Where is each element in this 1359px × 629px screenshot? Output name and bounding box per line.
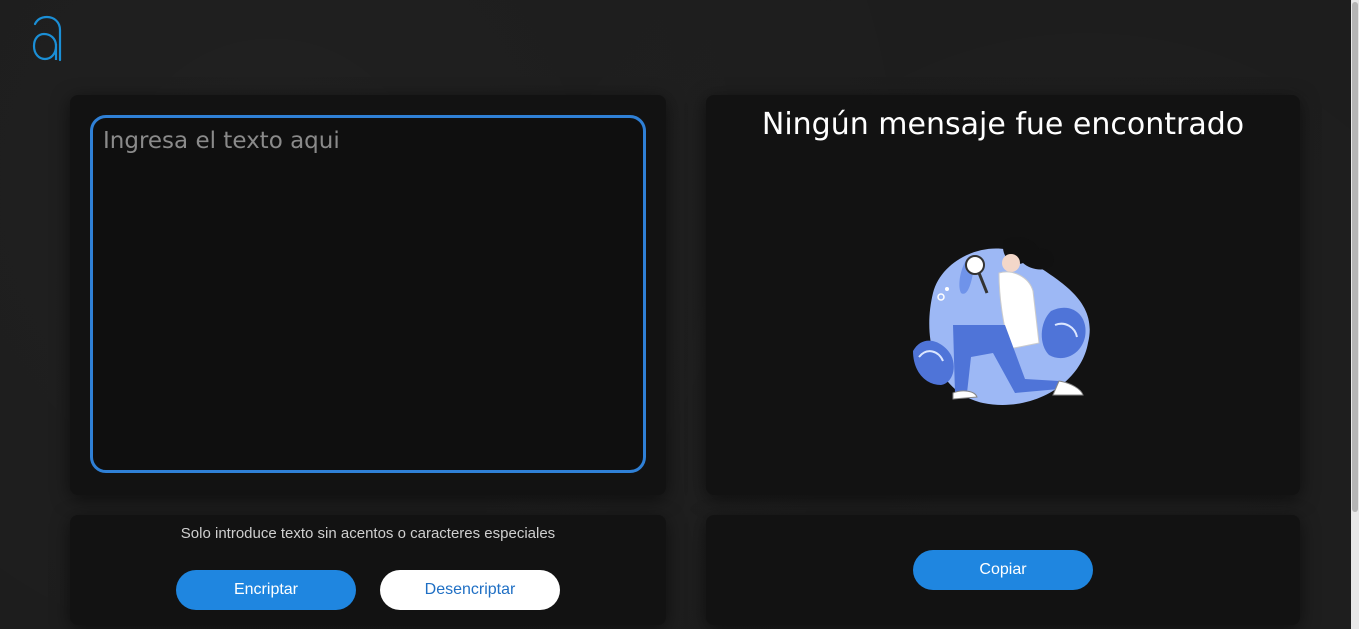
message-input[interactable]: [90, 115, 646, 473]
copy-button[interactable]: Copiar: [913, 550, 1093, 590]
decrypt-button[interactable]: Desencriptar: [380, 570, 560, 610]
actions-card: Solo introduce texto sin acentos o carac…: [70, 515, 666, 625]
copy-card: Copiar: [706, 515, 1300, 625]
output-card: Ningún mensaje fue encontrado: [706, 95, 1300, 495]
input-card: [70, 95, 666, 495]
input-hint: Solo introduce texto sin acentos o carac…: [180, 525, 556, 542]
person-with-magnifying-glass-illustration: [913, 236, 1090, 405]
app-page: Ningún mensaje fue encontrado Solo intro…: [0, 0, 1359, 629]
page-scrollbar[interactable]: [1351, 0, 1359, 629]
encrypt-button[interactable]: Encriptar: [176, 570, 356, 610]
logo-icon[interactable]: [30, 14, 66, 66]
scrollbar-thumb[interactable]: [1352, 2, 1358, 512]
output-title: Ningún mensaje fue encontrado: [761, 107, 1245, 142]
